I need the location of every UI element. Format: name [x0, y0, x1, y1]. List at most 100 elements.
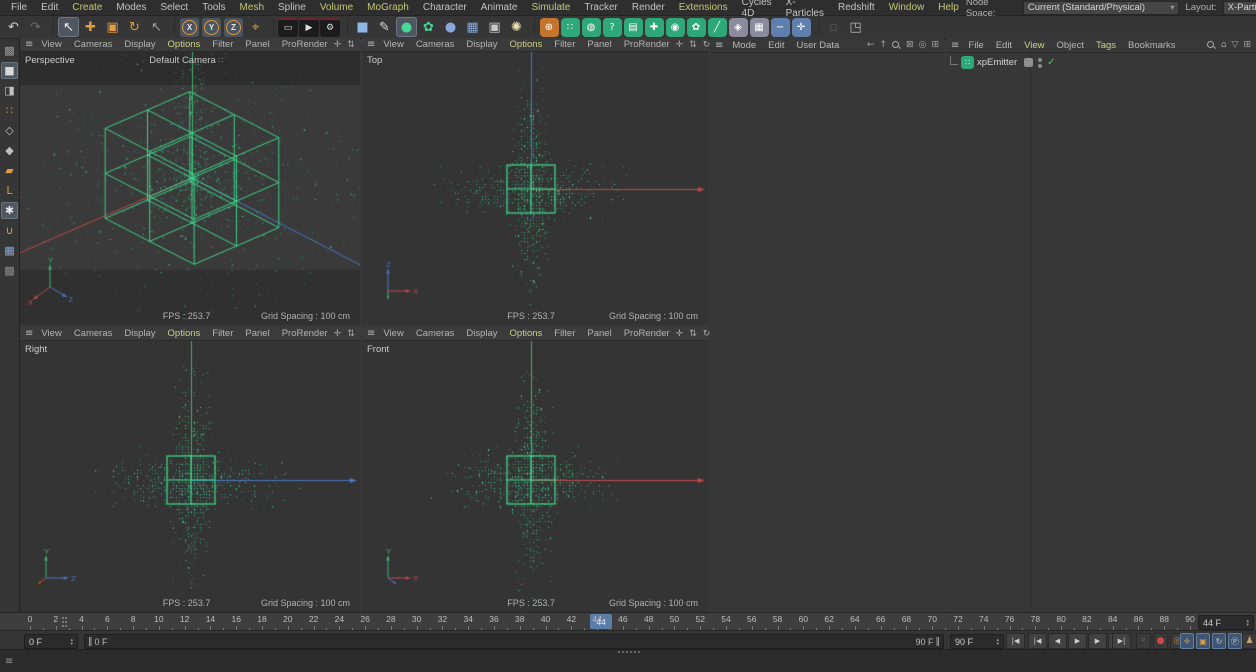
key-parameter-toggle[interactable]: Ⓟ — [1228, 633, 1242, 649]
menu-extensions[interactable]: Extensions — [672, 2, 735, 13]
prev-frame-button[interactable]: ◀ — [1048, 633, 1067, 649]
xp-flowfield-icon[interactable]: ✿ — [687, 18, 706, 37]
menu-animate[interactable]: Animate — [474, 2, 525, 13]
render-settings-button[interactable]: ⚙ — [320, 18, 340, 37]
viewport-menu-icon[interactable]: ≡ — [25, 328, 33, 339]
panel-menu-icon[interactable]: ≡ — [951, 40, 959, 51]
object-layer-toggle[interactable] — [1024, 58, 1033, 67]
xp-trail-icon[interactable]: ╱ — [708, 18, 727, 37]
viewport-menu-panel[interactable]: Panel — [581, 39, 617, 50]
pan-icon[interactable]: ✛ — [676, 329, 684, 339]
pan-icon[interactable]: ✛ — [334, 40, 342, 50]
axis-mode-icon[interactable]: L — [1, 182, 18, 199]
menu-help[interactable]: Help — [931, 2, 966, 13]
object-menu-view[interactable]: View — [1018, 40, 1050, 51]
home-icon[interactable]: ⌂ — [1221, 40, 1227, 50]
menu-volume[interactable]: Volume — [313, 2, 360, 13]
panel-menu-icon[interactable]: ≡ — [715, 40, 723, 51]
key-rotation-toggle[interactable]: ↻ — [1212, 633, 1226, 649]
viewport-menu-view[interactable]: View — [377, 328, 409, 339]
pan-icon[interactable]: ✛ — [676, 40, 684, 50]
viewport-menu-display[interactable]: Display — [460, 328, 503, 339]
menu-window[interactable]: Window — [882, 2, 932, 13]
xp-skinner-icon[interactable]: ◈ — [729, 18, 748, 37]
lock-x-button[interactable]: X — [180, 18, 199, 37]
viewport-menu-prorender[interactable]: ProRender — [618, 39, 676, 50]
menu-file[interactable]: File — [4, 2, 34, 13]
stepper-icon[interactable]: ▴▾ — [66, 638, 73, 646]
range-handle-right[interactable]: ‖ — [936, 637, 941, 647]
attribute-manager-body[interactable] — [710, 53, 944, 612]
camera-icon[interactable]: ▣ — [484, 17, 505, 37]
workplane-icon[interactable]: ◳ — [845, 17, 866, 37]
dolly-icon[interactable]: ⇅ — [689, 40, 697, 50]
node-space-select[interactable]: Current (Standard/Physical) ▾ — [1023, 1, 1180, 15]
search-icon[interactable] — [892, 41, 901, 50]
viewport-menu-view[interactable]: View — [377, 39, 409, 50]
viewport-menu-panel[interactable]: Panel — [239, 328, 275, 339]
viewport-menu-options[interactable]: Options — [504, 39, 549, 50]
object-menu-object[interactable]: Object — [1051, 40, 1090, 51]
next-frame-button[interactable]: ▶ — [1088, 633, 1107, 649]
last-tool-icon[interactable]: ↖ — [146, 17, 167, 37]
current-frame-field[interactable]: 44 F ▴▾ — [1198, 615, 1254, 630]
object-row-xpemitter[interactable]: ∷ xpEmitter ✓ — [948, 55, 1056, 70]
viewport-menu-filter[interactable]: Filter — [206, 39, 239, 50]
simulation-icon[interactable]: ● — [396, 17, 417, 37]
cube-icon[interactable]: ■ — [352, 17, 373, 37]
range-handle-left[interactable]: ‖ — [88, 637, 93, 647]
prev-key-button[interactable]: |◀ — [1028, 633, 1047, 649]
viewport-menu-filter[interactable]: Filter — [548, 328, 581, 339]
viewport-canvas[interactable] — [362, 341, 708, 612]
object-manager-body[interactable]: ∷ xpEmitter ✓ — [946, 53, 1256, 612]
up-icon[interactable]: ↑ — [880, 40, 888, 50]
attr-menu-edit[interactable]: Edit — [762, 40, 790, 51]
viewport-menu-view[interactable]: View — [35, 328, 67, 339]
search-icon[interactable] — [1207, 41, 1216, 50]
range-start-field[interactable]: 0 F ▴▾ — [24, 634, 78, 649]
xp-generator-icon[interactable]: ✚ — [645, 18, 664, 37]
coordinate-system-icon[interactable]: ⌖ — [245, 17, 266, 37]
xp-sprite-icon[interactable]: ◉ — [666, 18, 685, 37]
timeline-ruler[interactable]: 44 44 F ▴▾ 02468101214161820222426283032… — [0, 612, 1256, 631]
menu-mograph[interactable]: MoGraph — [360, 2, 416, 13]
xp-action-icon[interactable]: ▤ — [624, 18, 643, 37]
dolly-icon[interactable]: ⇅ — [689, 329, 697, 339]
move-icon[interactable]: ✚ — [80, 17, 101, 37]
goto-end-button[interactable]: ▶| — [1112, 633, 1131, 649]
polygon-mode-icon[interactable]: ◆ — [1, 142, 18, 159]
model-mode-icon[interactable]: ■ — [1, 62, 18, 79]
viewport-menu-display[interactable]: Display — [460, 39, 503, 50]
menu-redshift[interactable]: Redshift — [831, 2, 882, 13]
viewport-menu-options[interactable]: Options — [504, 328, 549, 339]
filter-icon[interactable]: ▽ — [1232, 40, 1239, 50]
xp-question-icon[interactable]: ? — [603, 18, 622, 37]
xp-system-icon[interactable]: ∷ — [561, 18, 580, 37]
viewport-menu-view[interactable]: View — [35, 39, 67, 50]
scale-icon[interactable]: ▣ — [102, 17, 123, 37]
record-keyframe-button[interactable]: ● — [1153, 633, 1168, 649]
snap-icon[interactable]: ✱ — [1, 202, 18, 219]
object-visibility-dots[interactable] — [1038, 58, 1042, 68]
menu-simulate[interactable]: Simulate — [524, 2, 577, 13]
lock-y-button[interactable]: Y — [202, 18, 221, 37]
lock-z-button[interactable]: Z — [224, 18, 243, 37]
viewport-menu-cameras[interactable]: Cameras — [410, 39, 461, 50]
viewport-menu-icon[interactable]: ≡ — [25, 39, 33, 50]
object-menu-file[interactable]: File — [962, 40, 989, 51]
viewport-menu-icon[interactable]: ≡ — [367, 328, 375, 339]
light-icon[interactable]: ✺ — [506, 17, 527, 37]
viewport-camera-label[interactable]: Default Camera ∷ — [149, 55, 223, 66]
redo-icon[interactable]: ↷ — [25, 17, 46, 37]
xp-gizmo-icon[interactable]: ✛ — [792, 18, 811, 37]
xp-cache-icon[interactable]: ▦ — [750, 18, 769, 37]
object-menu-bookmarks[interactable]: Bookmarks — [1122, 40, 1182, 51]
menu-tools[interactable]: Tools — [195, 2, 232, 13]
status-menu-icon[interactable]: ≡ — [5, 656, 13, 667]
viewport-menu-cameras[interactable]: Cameras — [410, 328, 461, 339]
pan-icon[interactable]: ✛ — [334, 329, 342, 339]
layout-select[interactable]: X-Particles ▾ — [1223, 1, 1256, 15]
viewport-menu-icon[interactable]: ≡ — [367, 39, 375, 50]
preview-range-slider[interactable]: ‖ 0 F 90 F ‖ — [84, 634, 944, 649]
menu-spline[interactable]: Spline — [271, 2, 313, 13]
